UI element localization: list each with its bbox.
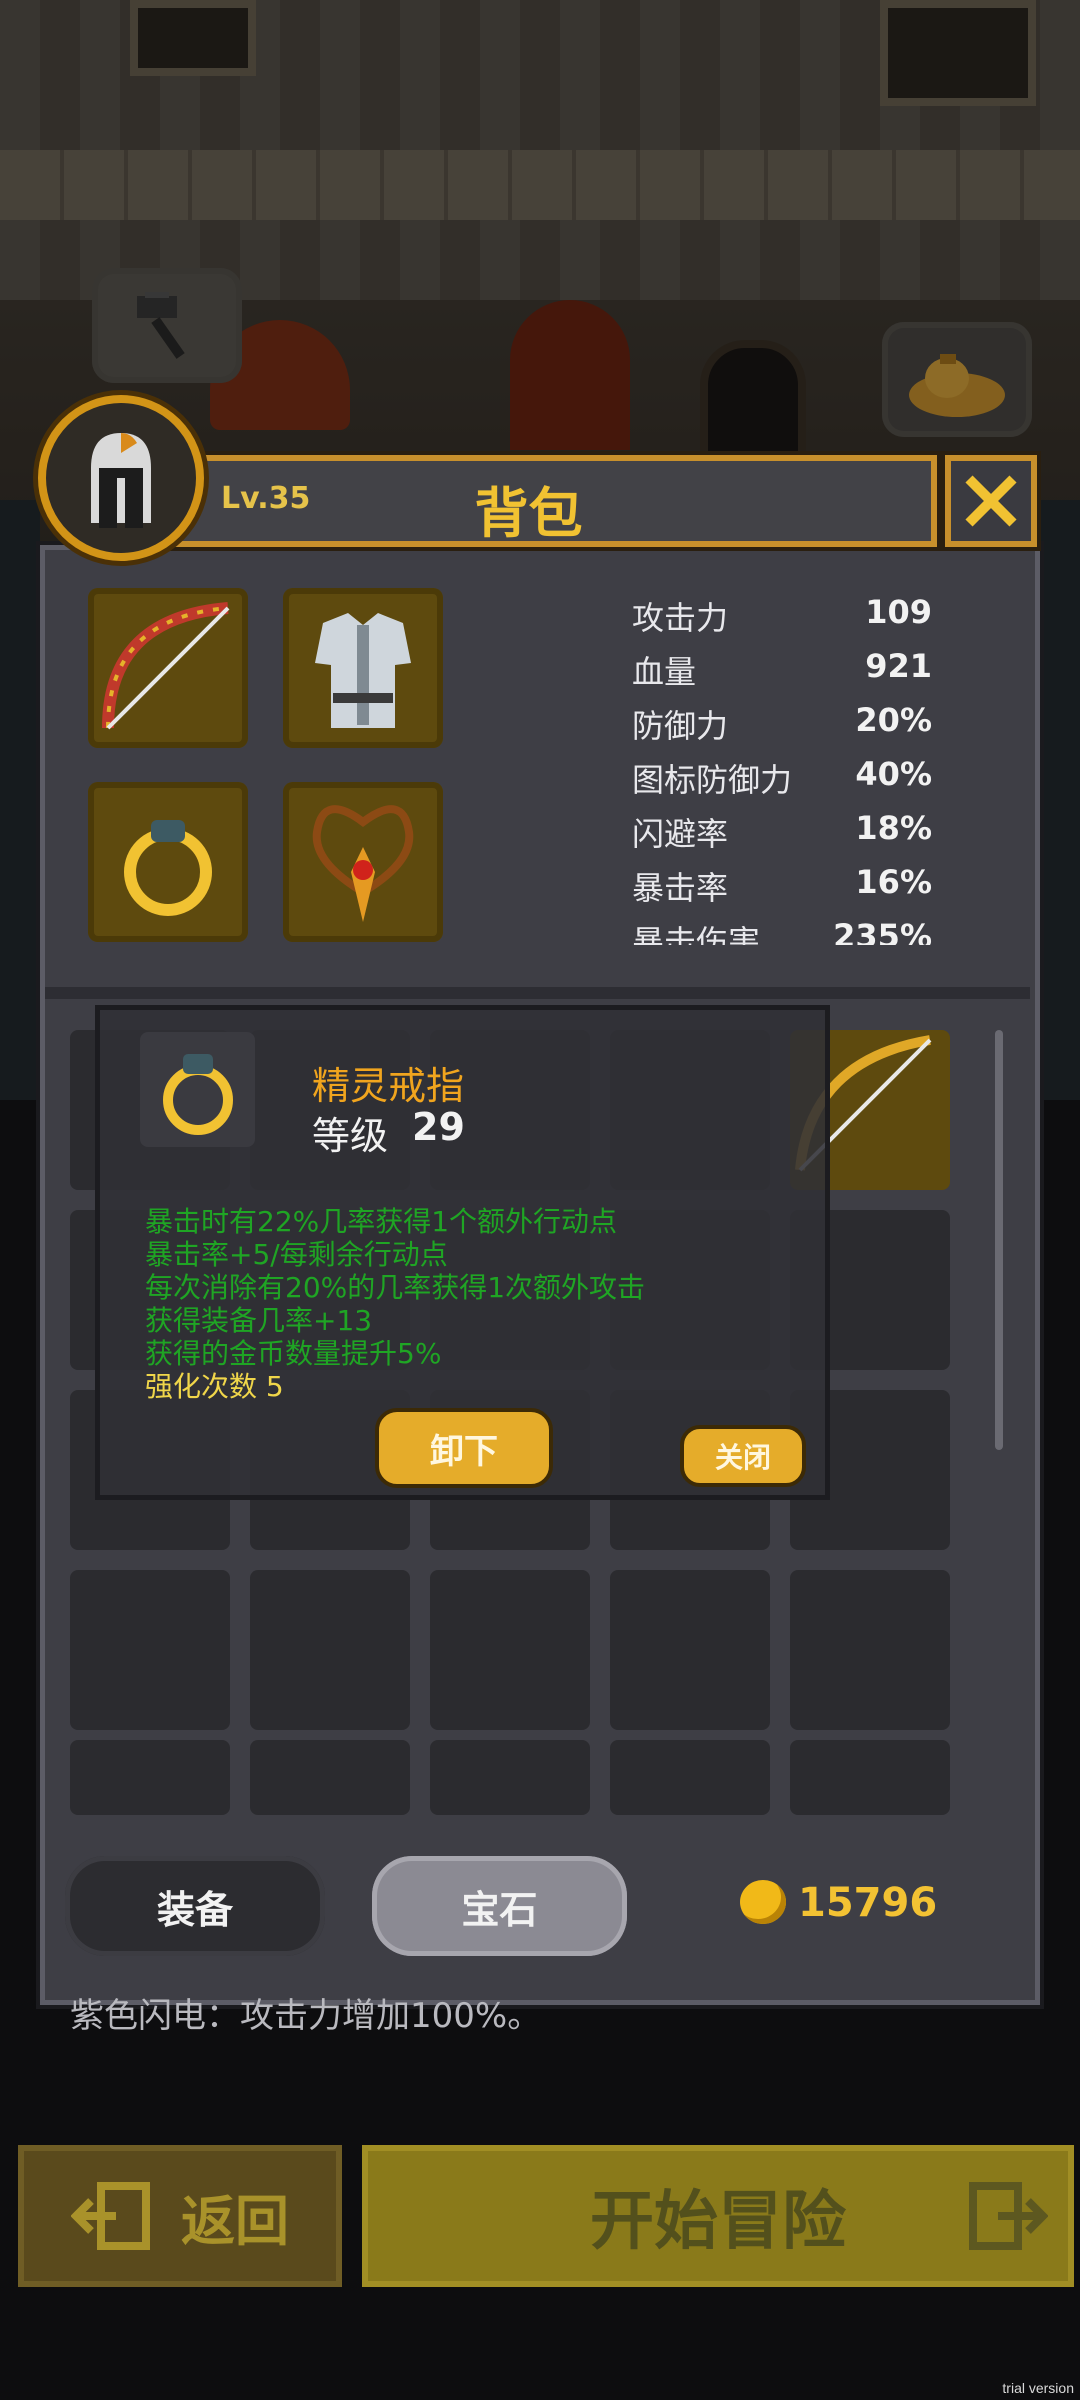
stat-label: 暴击率 [632, 869, 729, 907]
close-button[interactable] [945, 455, 1037, 547]
item-effect-line: 暴击时有22%几率获得1个额外行动点 [145, 1205, 618, 1238]
gold-amount: 15796 [798, 1880, 938, 1926]
inventory-cell[interactable] [430, 1740, 590, 1815]
popup-close-button[interactable]: 关闭 [680, 1425, 806, 1487]
stat-row: 血量 921 [632, 639, 932, 693]
tab-equipment[interactable]: 装备 [65, 1856, 325, 1956]
stat-value: 20% [855, 701, 932, 739]
inventory-cell[interactable] [430, 1570, 590, 1730]
item-effect-line: 获得的金币数量提升5% [145, 1337, 442, 1370]
page-title: 背包 [474, 482, 583, 545]
enter-door-icon [969, 2182, 1048, 2250]
stat-row: 暴击伤害 235% [632, 909, 932, 945]
exit-door-icon [71, 2182, 150, 2250]
item-level-value: 29 [412, 1105, 465, 1149]
tab-gems[interactable]: 宝石 [372, 1856, 627, 1956]
item-level-label: 等级 [312, 1114, 389, 1158]
stat-label: 攻击力 [632, 599, 729, 637]
stat-value: 921 [865, 647, 932, 685]
ring-icon [124, 820, 212, 916]
divider [45, 987, 1030, 999]
stat-value: 109 [865, 593, 932, 631]
ring-icon [162, 1053, 233, 1135]
inventory-cell[interactable] [70, 1570, 230, 1730]
item-name: 精灵戒指 [312, 1064, 465, 1108]
stat-row: 攻击力 109 [632, 585, 932, 639]
skill-description: 紫色闪电：攻击力增加100%。 [70, 1996, 542, 2036]
inventory-cell[interactable] [790, 1740, 950, 1815]
stat-row: 图标防御力 40% [632, 747, 932, 801]
equipment-slot-ring[interactable] [88, 782, 248, 942]
equipment-slot-amulet[interactable] [283, 782, 443, 942]
inventory-cell[interactable] [250, 1740, 410, 1815]
watermark: trial version [1002, 2380, 1074, 2396]
item-effects: 暴击时有22%几率获得1个额外行动点 暴击率+5/每剩余行动点 每次消除有20%… [145, 1205, 645, 1403]
item-detail-popup: 精灵戒指 等级 29 暴击时有22%几率获得1个额外行动点 暴击率+5/每剩余行… [95, 1005, 830, 1500]
stat-row: 暴击率 16% [632, 855, 932, 909]
title-bar: Lv.35 背包 [120, 455, 937, 547]
gold-coin-icon [740, 1880, 786, 1924]
stat-row: 防御力 20% [632, 693, 932, 747]
item-effect-line: 每次消除有20%的几率获得1次额外攻击 [145, 1271, 646, 1304]
stat-value: 16% [855, 863, 932, 901]
stat-value: 18% [855, 809, 932, 847]
inventory-cell[interactable] [790, 1570, 950, 1730]
inventory-cell[interactable] [70, 1740, 230, 1815]
equipment-slot-armor[interactable] [283, 588, 443, 748]
start-adventure-button[interactable]: 开始冒险 [362, 2145, 1074, 2287]
inventory-cell[interactable] [610, 1570, 770, 1730]
bow-icon [102, 602, 230, 730]
stat-label: 暴击伤害 [632, 923, 761, 945]
back-label: 返回 [181, 2189, 289, 2253]
avatar[interactable] [38, 395, 204, 561]
stat-label: 闪避率 [632, 815, 729, 853]
item-effect-line: 暴击率+5/每剩余行动点 [145, 1238, 448, 1271]
stat-value: 235% [833, 917, 932, 945]
popup-item-icon [140, 1032, 255, 1147]
unequip-button[interactable]: 卸下 [375, 1408, 553, 1488]
enhance-count: 强化次数 5 [145, 1370, 284, 1403]
stat-row: 闪避率 18% [632, 801, 932, 855]
start-label: 开始冒险 [590, 2185, 846, 2259]
back-button[interactable]: 返回 [18, 2145, 342, 2287]
equipment-slot-weapon[interactable] [88, 588, 248, 748]
stat-value: 40% [855, 755, 932, 793]
close-x-icon [965, 475, 1017, 527]
amulet-icon [312, 805, 414, 922]
knight-helmet-icon [91, 433, 151, 528]
inventory-cell[interactable] [610, 1740, 770, 1815]
inventory-cell[interactable] [250, 1570, 410, 1730]
inventory-scrollbar[interactable] [995, 1030, 1003, 1450]
armor-icon [315, 613, 411, 728]
stat-label: 血量 [632, 653, 697, 691]
item-effect-line: 获得装备几率+13 [145, 1304, 373, 1337]
stat-label: 防御力 [632, 707, 729, 745]
stat-label: 图标防御力 [632, 761, 793, 799]
